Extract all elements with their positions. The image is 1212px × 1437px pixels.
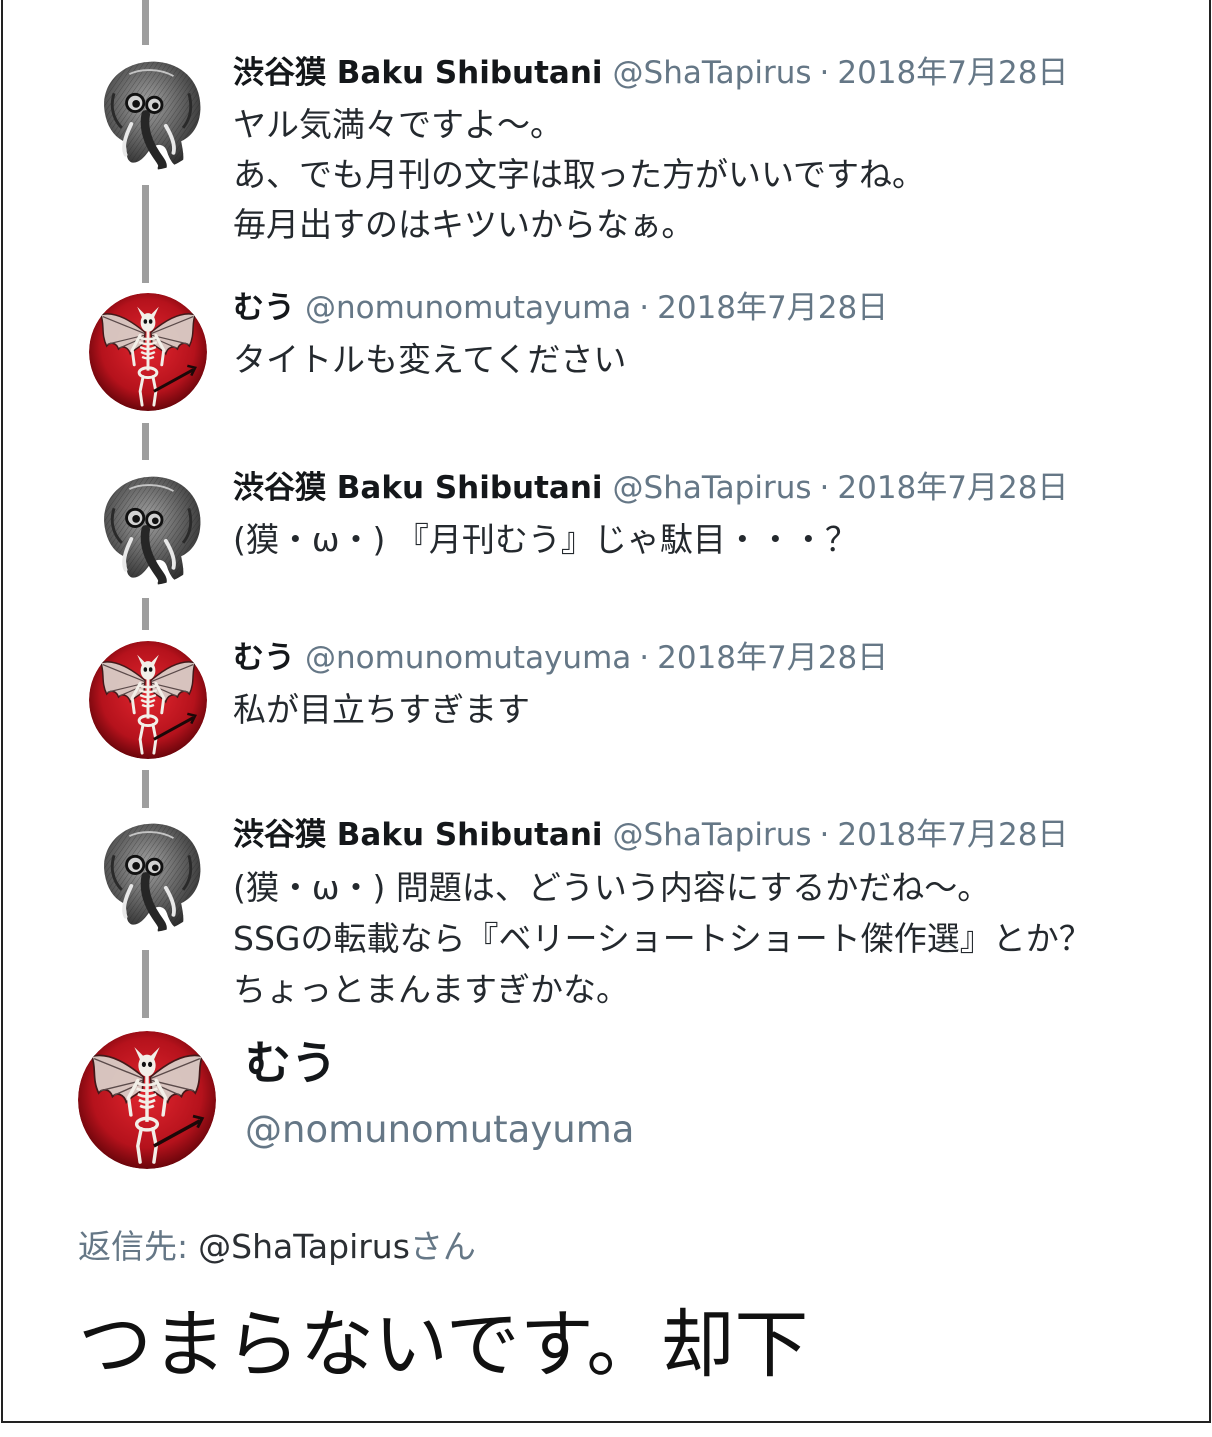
tweet-header: むう @nomunomutayuma · 2018年7月28日 — [233, 288, 888, 328]
thread-tweet[interactable]: むう @nomunomutayuma · 2018年7月28日 タイトルも変えてくださ… — [233, 288, 888, 385]
thread-tweet[interactable]: 渋谷獏 Baku Shibutani @ShaTapirus · 2018年7月28日… — [233, 815, 1092, 1015]
author-avatar[interactable] — [93, 817, 208, 932]
author-handle[interactable]: @ShaTapirus — [613, 470, 812, 506]
thread-tweet[interactable]: 渋谷獏 Baku Shibutani @ShaTapirus · 2018年7月28日… — [233, 53, 1068, 250]
tweet-text-line: あ、でも月刊の文字は取った方がいいですね。 — [233, 155, 926, 194]
author-handle[interactable]: @ShaTapirus — [613, 55, 812, 91]
author-avatar[interactable] — [93, 470, 208, 585]
author-avatar[interactable] — [89, 293, 207, 411]
tapir-sketch-icon — [93, 470, 208, 585]
tweet-text: タイトルも変えてください — [233, 335, 888, 385]
main-tweet-text: つまらないです。却下 — [78, 1302, 809, 1388]
tweet-date[interactable]: 2018年7月28日 — [657, 640, 888, 676]
tweet-date[interactable]: 2018年7月28日 — [657, 290, 888, 326]
tweet-header: 渋谷獏 Baku Shibutani @ShaTapirus · 2018年7月28日 — [233, 53, 1068, 93]
reply-context: 返信先: @ShaTapirusさん — [78, 1225, 476, 1269]
tweet-text-line: ヤル気満々ですよ〜。 — [233, 105, 563, 144]
tweet-text: (獏・ω・) 問題は、どういう内容にするかだね〜。 SSGの転載なら『ベリーショ… — [233, 862, 1092, 1015]
reply-suffix: さん — [409, 1227, 476, 1266]
meta-separator: · — [819, 55, 830, 91]
tweet-text-line: ちょっとまんますぎかな。 — [233, 970, 629, 1009]
tweet-date[interactable]: 2018年7月28日 — [837, 470, 1068, 506]
tweet-text-line: SSGの転載なら『ベリーショートショート傑作選』とか？ — [233, 919, 1092, 958]
tweet-header: 渋谷獏 Baku Shibutani @ShaTapirus · 2018年7月28日 — [233, 468, 1068, 508]
tapir-sketch-icon — [93, 817, 208, 932]
author-handle[interactable]: @nomunomutayuma — [305, 640, 631, 676]
winged-skeleton-icon — [89, 641, 207, 759]
meta-separator: · — [639, 290, 650, 326]
reply-to-handle-link[interactable]: @ShaTapirus — [198, 1227, 410, 1266]
main-author-handle[interactable]: @nomunomutayuma — [245, 1108, 634, 1152]
tweet-text: ヤル気満々ですよ〜。 あ、でも月刊の文字は取った方がいいですね。 毎月出すのはキ… — [233, 100, 1068, 250]
tweet-text-line: (獏・ω・) 『月刊むう』じゃ駄目・・・？ — [233, 520, 858, 559]
main-author-name[interactable]: むう — [245, 1035, 337, 1091]
tweet-text-line: (獏・ω・) 問題は、どういう内容にするかだね〜。 — [233, 868, 991, 907]
tweet-date[interactable]: 2018年7月28日 — [837, 817, 1068, 853]
tweet-header: むう @nomunomutayuma · 2018年7月28日 — [233, 638, 888, 678]
author-avatar[interactable] — [89, 641, 207, 759]
reply-prefix: 返信先: — [78, 1227, 189, 1266]
author-name[interactable]: 渋谷獏 Baku Shibutani — [233, 55, 603, 91]
tweet-text-line: 毎月出すのはキツいからなぁ。 — [233, 205, 695, 244]
tweet-text: (獏・ω・) 『月刊むう』じゃ駄目・・・？ — [233, 515, 1068, 565]
tweet-text-line: タイトルも変えてください — [233, 340, 627, 379]
main-author-avatar[interactable] — [78, 1031, 216, 1169]
meta-separator: · — [639, 640, 650, 676]
tweet-date[interactable]: 2018年7月28日 — [837, 55, 1068, 91]
author-name[interactable]: むう — [233, 290, 295, 326]
thread-tweet[interactable]: むう @nomunomutayuma · 2018年7月28日 私が目立ちすぎます — [233, 638, 888, 735]
meta-separator: · — [819, 817, 830, 853]
meta-separator: · — [819, 470, 830, 506]
winged-skeleton-icon — [89, 293, 207, 411]
author-handle[interactable]: @nomunomutayuma — [305, 290, 631, 326]
winged-skeleton-icon — [78, 1031, 216, 1169]
thread-tweet[interactable]: 渋谷獏 Baku Shibutani @ShaTapirus · 2018年7月28日… — [233, 468, 1068, 565]
tweet-header: 渋谷獏 Baku Shibutani @ShaTapirus · 2018年7月28日 — [233, 815, 1092, 855]
tweet-text-line: 私が目立ちすぎます — [233, 690, 530, 729]
author-name[interactable]: 渋谷獏 Baku Shibutani — [233, 470, 603, 506]
author-avatar[interactable] — [93, 55, 208, 170]
author-name[interactable]: 渋谷獏 Baku Shibutani — [233, 817, 603, 853]
tapir-sketch-icon — [93, 55, 208, 170]
author-name[interactable]: むう — [233, 640, 295, 676]
tweet-text: 私が目立ちすぎます — [233, 685, 888, 735]
thread-screenshot: 渋谷獏 Baku Shibutani @ShaTapirus · 2018年7月28日… — [0, 0, 1212, 1437]
author-handle[interactable]: @ShaTapirus — [613, 817, 812, 853]
